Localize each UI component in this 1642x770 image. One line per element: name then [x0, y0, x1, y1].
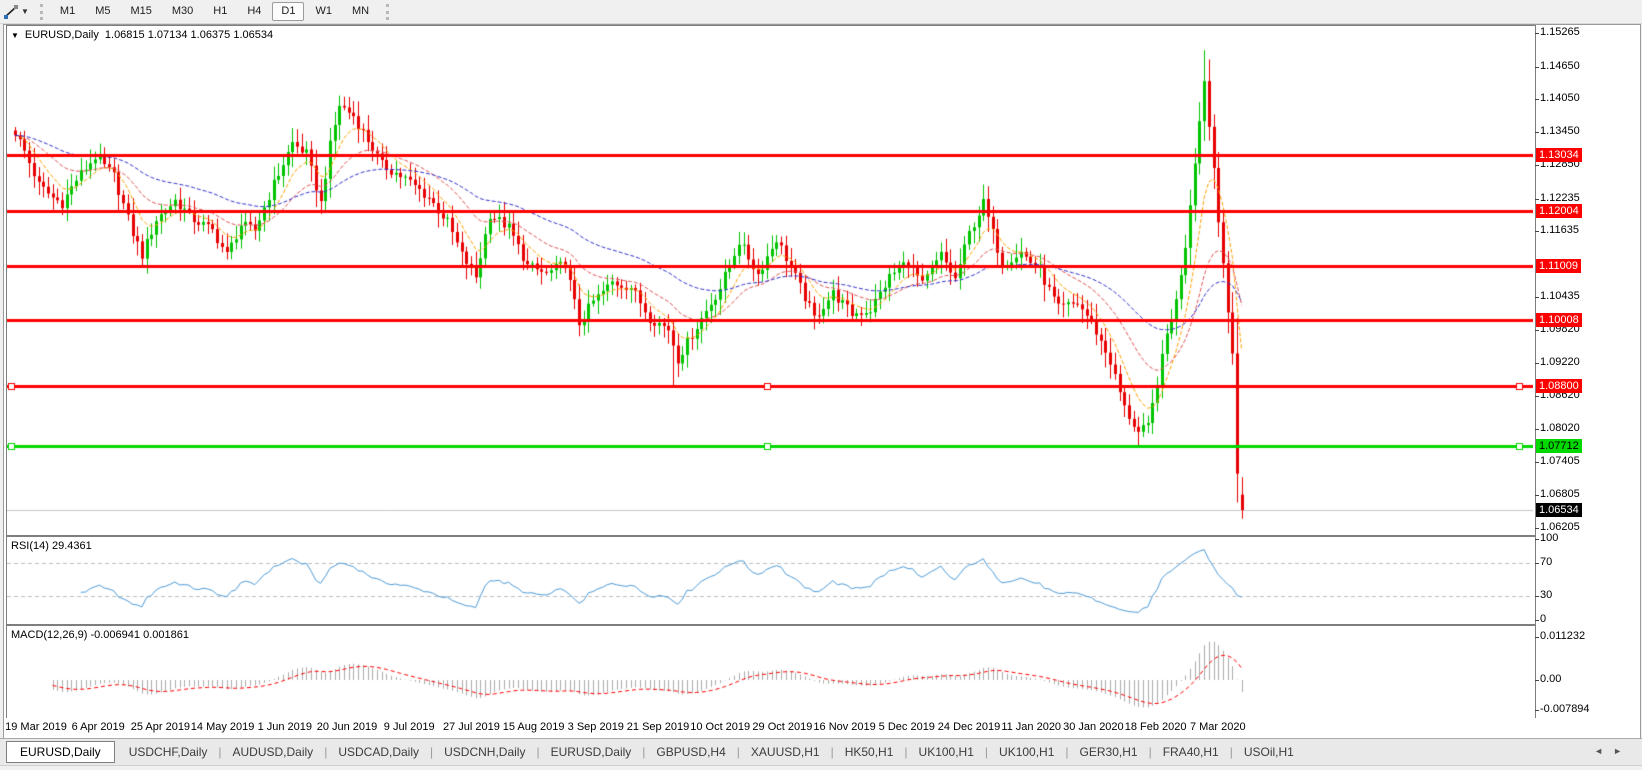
tab-audusd-daily[interactable]: AUDUSD,Daily [223, 742, 324, 762]
macd-axis-tick: 0.00 [1540, 673, 1561, 685]
price-axis-tick: 1.09220 [1540, 356, 1580, 368]
timeframe-button-m30[interactable]: M30 [163, 2, 202, 21]
price-axis-tick: 1.08020 [1540, 422, 1580, 434]
date-label: 3 Sep 2019 [568, 721, 624, 733]
tab-hk50-h1[interactable]: HK50,H1 [835, 742, 904, 762]
price-axis-tick: 1.12235 [1540, 192, 1580, 204]
top-toolbar: ▼ M1M5M15M30H1H4D1W1MN [0, 0, 1642, 24]
timeframe-button-mn[interactable]: MN [343, 2, 378, 21]
tab-eurusd-daily[interactable]: EURUSD,Daily [6, 741, 115, 763]
date-label: 20 Jun 2019 [317, 721, 378, 733]
timeframe-button-h1[interactable]: H1 [204, 2, 236, 21]
hline-price-tag: 1.07712 [1536, 439, 1582, 453]
tab-usdcnh-daily[interactable]: USDCNH,Daily [434, 742, 535, 762]
macd-indicator-pane[interactable]: MACD(12,26,9) -0.006941 0.001861 [6, 625, 1536, 719]
macd-axis-tick: 0.011232 [1540, 630, 1585, 642]
tab-fra40-h1[interactable]: FRA40,H1 [1153, 742, 1229, 762]
tab-uk100-h1[interactable]: UK100,H1 [989, 742, 1064, 762]
macd-label: MACD(12,26,9) -0.006941 0.001861 [11, 629, 189, 641]
price-chart-pane[interactable]: ▼ EURUSD,Daily 1.06815 1.07134 1.06375 1… [6, 25, 1536, 536]
tab-usoil-h1[interactable]: USOil,H1 [1234, 742, 1304, 762]
timeframe-button-w1[interactable]: W1 [306, 2, 341, 21]
rsi-axis-tick: 30 [1540, 589, 1552, 601]
tab-usdchf-daily[interactable]: USDCHF,Daily [119, 742, 218, 762]
price-axis-tick: 1.10435 [1540, 290, 1580, 302]
rsi-axis-tick: 0 [1540, 613, 1546, 625]
rsi-canvas[interactable] [7, 537, 1533, 622]
date-label: 14 May 2019 [191, 721, 255, 733]
timeframe-button-m5[interactable]: M5 [86, 2, 119, 21]
timeframe-button-m15[interactable]: M15 [121, 2, 160, 21]
timeframe-button-h4[interactable]: H4 [238, 2, 270, 21]
price-axis-tick: 1.13450 [1540, 125, 1580, 137]
date-label: 21 Sep 2019 [627, 721, 689, 733]
date-label: 25 Apr 2019 [131, 721, 190, 733]
date-label: 7 Mar 2020 [1190, 721, 1246, 733]
hline-price-tag: 1.13034 [1536, 148, 1582, 162]
toolbar-grip [40, 4, 43, 20]
tab-ger30-h1[interactable]: GER30,H1 [1070, 742, 1148, 762]
toolbar-grip-2 [386, 4, 389, 20]
timeframe-button-d1[interactable]: D1 [272, 2, 304, 21]
price-axis-tick: 1.14650 [1540, 60, 1580, 72]
date-label: 30 Jan 2020 [1063, 721, 1124, 733]
date-label: 15 Aug 2019 [503, 721, 565, 733]
date-label: 1 Jun 2019 [258, 721, 312, 733]
date-label: 6 Apr 2019 [72, 721, 125, 733]
price-axis-tick: 1.14050 [1540, 92, 1580, 104]
hline-price-tag: 1.10008 [1536, 313, 1582, 327]
chart-title-symbol: EURUSD,Daily [25, 29, 99, 41]
timeframe-button-group: M1M5M15M30H1H4D1W1MN [50, 2, 379, 21]
macd-axis-tick: -0.007894 [1540, 703, 1590, 715]
rsi-axis-tick: 100 [1540, 532, 1558, 544]
date-label: 16 Nov 2019 [813, 721, 875, 733]
timeframe-button-m1[interactable]: M1 [51, 2, 84, 21]
tab-xauusd-h1[interactable]: XAUUSD,H1 [741, 742, 830, 762]
price-axis-tick: 1.07405 [1540, 455, 1580, 467]
date-label: 29 Oct 2019 [752, 721, 812, 733]
tab-scroll-buttons[interactable]: ◄► [1594, 746, 1632, 756]
tab-scroll-right-icon[interactable]: ► [1613, 746, 1632, 756]
date-label: 24 Dec 2019 [938, 721, 1000, 733]
date-label: 5 Dec 2019 [879, 721, 935, 733]
tab-gbpusd-h4[interactable]: GBPUSD,H4 [646, 742, 735, 762]
price-axis-tick: 1.11635 [1540, 224, 1579, 236]
rsi-axis-tick: 70 [1540, 556, 1552, 568]
trendline-draw-tool-icon[interactable] [3, 4, 19, 20]
chart-title: ▼ EURUSD,Daily 1.06815 1.07134 1.06375 1… [11, 29, 273, 41]
rsi-indicator-pane[interactable]: RSI(14) 29.4361 [6, 536, 1536, 625]
chart-tab-bar: EURUSD,DailyUSDCHF,Daily|AUDUSD,Daily|US… [0, 738, 1642, 765]
macd-canvas[interactable] [7, 626, 1533, 716]
status-strip [0, 765, 1642, 770]
hline-price-tag: 1.08800 [1536, 379, 1582, 393]
hline-price-tag: 1.11009 [1536, 259, 1581, 273]
tab-usdcad-daily[interactable]: USDCAD,Daily [328, 742, 429, 762]
date-axis[interactable]: 19 Mar 2019 6 Apr 2019 25 Apr 201914 May 2… [6, 718, 1636, 737]
price-axis[interactable]: 1.152651.146501.140501.134501.128501.122… [1536, 25, 1640, 737]
price-chart-canvas[interactable] [7, 26, 1533, 533]
current-price-tag: 1.06534 [1536, 503, 1582, 517]
price-axis-tick: 1.06805 [1540, 488, 1580, 500]
chart-title-ohlc: 1.06815 1.07134 1.06375 1.06534 [105, 29, 273, 41]
price-axis-tick: 1.15265 [1540, 26, 1580, 38]
tab-uk100-h1[interactable]: UK100,H1 [909, 742, 984, 762]
date-label: 10 Oct 2019 [690, 721, 750, 733]
date-label: 11 Jan 2020 [1001, 721, 1061, 733]
tab-scroll-left-icon[interactable]: ◄ [1594, 746, 1613, 756]
toolbar-dropdown-caret-icon[interactable]: ▼ [21, 7, 29, 16]
tab-eurusd-daily[interactable]: EURUSD,Daily [541, 742, 642, 762]
rsi-label: RSI(14) 29.4361 [11, 540, 92, 552]
hline-price-tag: 1.12004 [1536, 204, 1582, 218]
date-label: 18 Feb 2020 [1125, 721, 1187, 733]
date-label: 27 Jul 2019 [443, 721, 500, 733]
date-label: 9 Jul 2019 [384, 721, 435, 733]
date-label: 19 Mar 2019 [5, 721, 67, 733]
chart-title-caret-icon: ▼ [11, 31, 19, 40]
